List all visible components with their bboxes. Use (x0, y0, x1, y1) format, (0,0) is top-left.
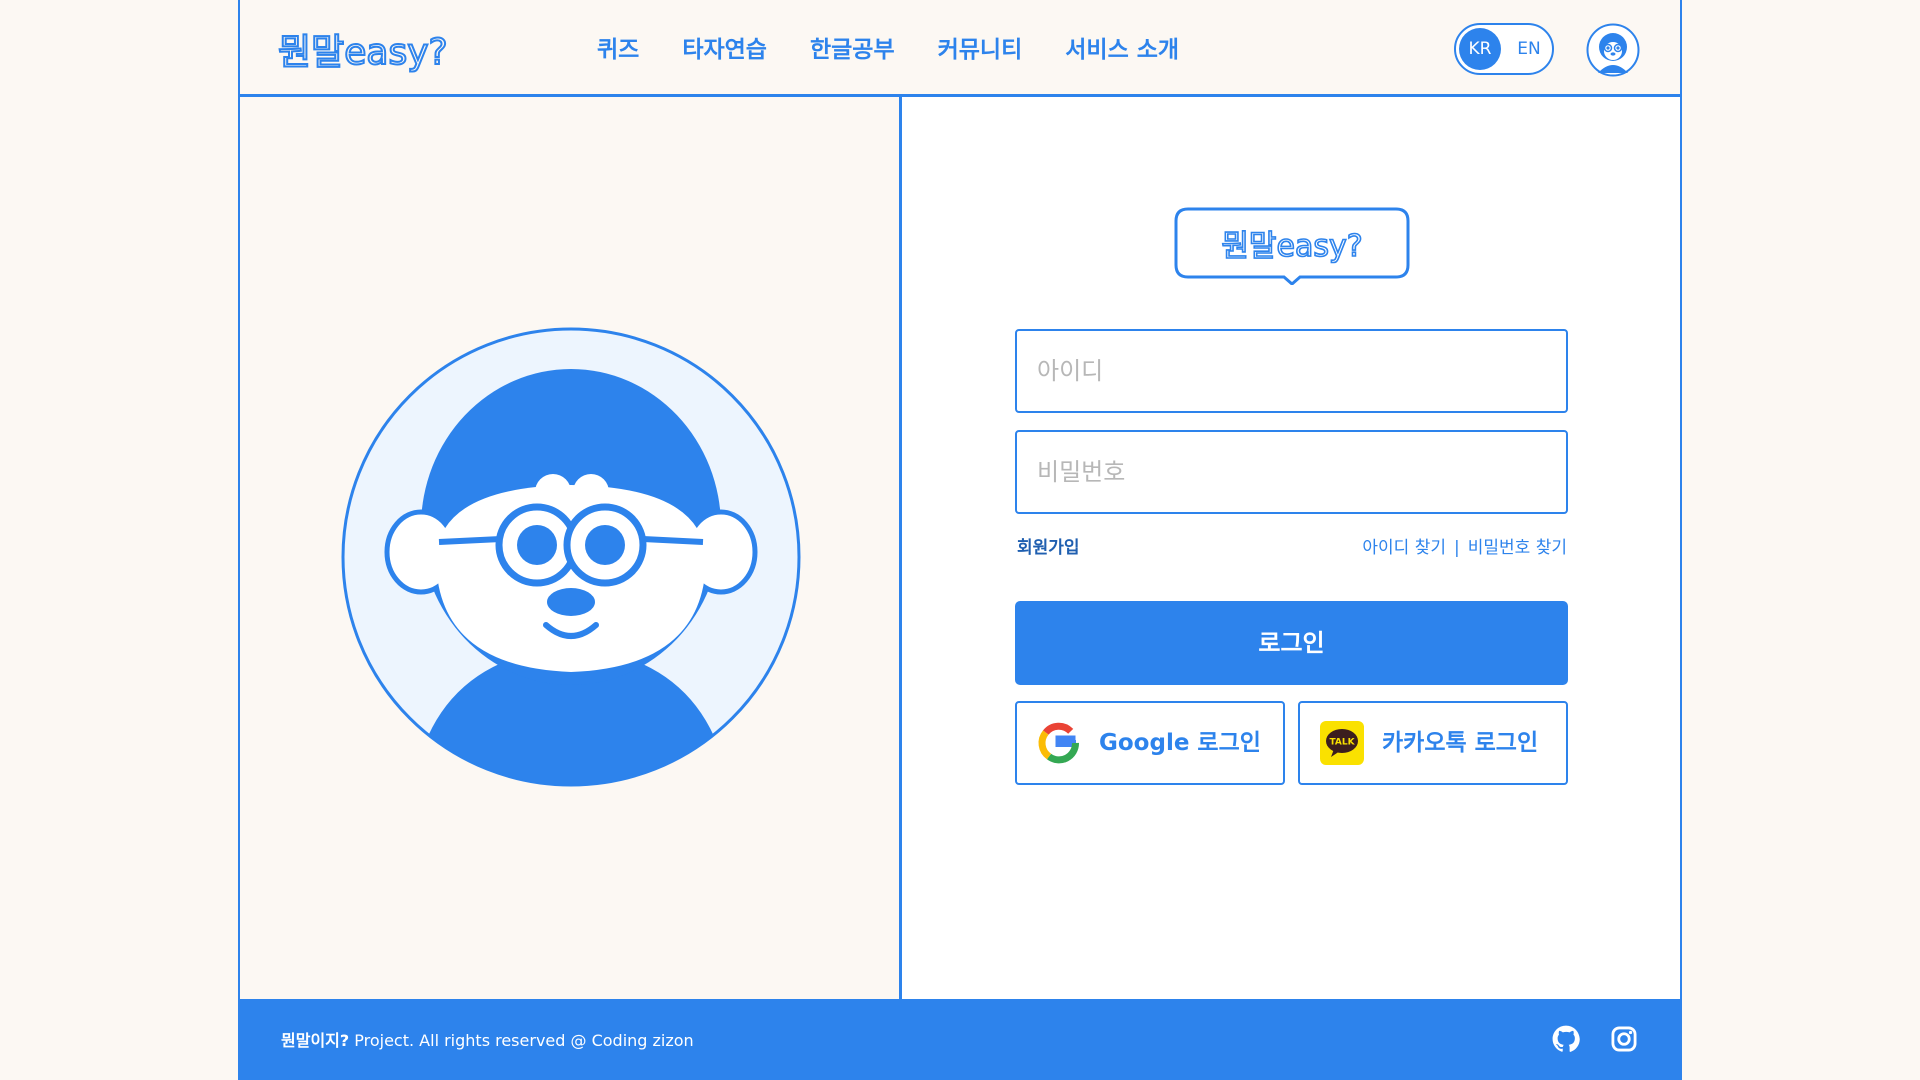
google-login-button[interactable]: Google 로그인 (1015, 701, 1285, 785)
lang-en-option[interactable]: EN (1510, 28, 1548, 70)
github-icon[interactable] (1552, 1025, 1580, 1053)
kakao-login-label: 카카오톡 로그인 (1382, 730, 1539, 756)
instagram-icon[interactable] (1610, 1025, 1638, 1053)
password-input[interactable] (1015, 430, 1568, 514)
nav-quiz[interactable]: 퀴즈 (597, 30, 639, 64)
kakao-login-button[interactable]: TALK 카카오톡 로그인 (1298, 701, 1568, 785)
find-password-link[interactable]: 비밀번호 찾기 (1468, 538, 1567, 558)
login-button[interactable]: 로그인 (1015, 601, 1568, 685)
find-id-link[interactable]: 아이디 찾기 (1362, 538, 1446, 558)
footer: 뭔말이지? Project. All rights reserved @ Cod… (238, 999, 1682, 1080)
character-avatar-icon[interactable] (1586, 23, 1640, 77)
find-links: 아이디 찾기 | 비밀번호 찾기 (1362, 533, 1567, 558)
nav-hangul-study[interactable]: 한글공부 (810, 30, 895, 64)
footer-project-name: 뭔말이지? (281, 1031, 350, 1050)
illustration-panel (240, 97, 902, 999)
header: 뭔말easy? 퀴즈 타자연습 한글공부 커뮤니티 서비스 소개 KR EN (240, 0, 1680, 97)
nav-community[interactable]: 커뮤니티 (938, 30, 1023, 64)
link-separator: | (1454, 538, 1460, 558)
nav-service-intro[interactable]: 서비스 소개 (1065, 30, 1179, 64)
google-g-icon (1038, 722, 1079, 764)
svg-text:TALK: TALK (1329, 738, 1355, 748)
auth-links: 회원가입 아이디 찾기 | 비밀번호 찾기 (1017, 533, 1567, 558)
brand-logo[interactable]: 뭔말easy? (278, 24, 512, 78)
username-input[interactable] (1015, 329, 1568, 413)
signup-link[interactable]: 회원가입 (1017, 533, 1080, 558)
footer-copyright: 뭔말이지? Project. All rights reserved @ Cod… (281, 1027, 694, 1051)
svg-text:뭔말easy?: 뭔말easy? (278, 32, 448, 73)
lang-kr-option[interactable]: KR (1459, 28, 1501, 70)
nav-typing-practice[interactable]: 타자연습 (682, 30, 767, 64)
kakaotalk-icon: TALK (1320, 721, 1364, 765)
svg-text:뭔말easy?: 뭔말easy? (1221, 229, 1362, 264)
language-toggle[interactable]: KR EN (1454, 23, 1554, 75)
brand-logo-badge: 뭔말easy? (1174, 207, 1410, 285)
login-panel: 뭔말easy? 회원가입 아이디 찾기 | 비밀번호 찾기 로그인 Google 로… (902, 97, 1680, 999)
footer-rights: Project. All rights reserved @ Coding zi… (349, 1031, 694, 1050)
main-nav: 퀴즈 타자연습 한글공부 커뮤니티 서비스 소개 (597, 30, 1222, 64)
character-illustration (341, 327, 801, 787)
google-login-label: Google 로그인 (1099, 730, 1261, 756)
